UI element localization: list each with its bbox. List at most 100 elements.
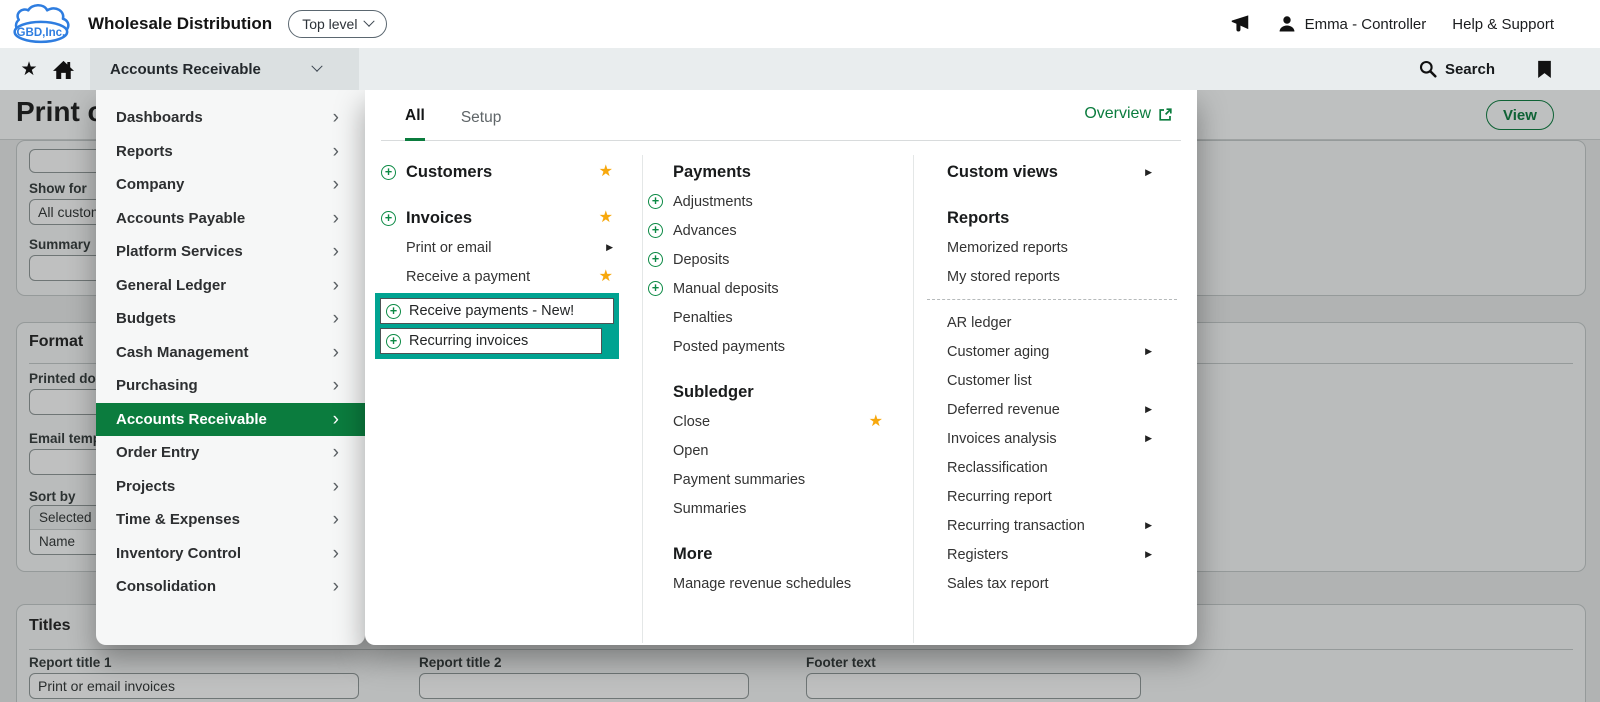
favorite-star-icon: ★ (868, 412, 883, 430)
menu-item-invoices-analysis[interactable]: Invoices analysis ▶ (947, 424, 1170, 453)
sidebar-item-accounts-payable[interactable]: Accounts Payable › (96, 202, 365, 236)
add-icon: + (648, 252, 663, 267)
help-support-link[interactable]: Help & Support (1452, 16, 1554, 33)
menu-item-label: Reports (947, 208, 1010, 227)
sidebar-item-consolidation[interactable]: Consolidation › (96, 570, 365, 604)
menu-item-recurring-transaction[interactable]: Recurring transaction ▶ (947, 511, 1170, 540)
home-icon[interactable] (46, 59, 80, 80)
sidebar-item-label: Dashboards (116, 109, 203, 127)
menu-item-label: Customer aging (947, 343, 1050, 360)
menu-item-label: Summaries (673, 500, 747, 517)
chevron-right-icon: › (332, 341, 339, 363)
chevron-right-icon: › (332, 107, 339, 129)
menu-item-registers[interactable]: Registers ▶ (947, 540, 1170, 569)
overview-link[interactable]: Overview (1084, 105, 1173, 123)
menu-item-ar-ledger[interactable]: AR ledger (947, 308, 1170, 337)
sidebar-item-label: Purchasing (116, 377, 198, 395)
menu-item-manage-revenue-schedules[interactable]: Manage revenue schedules (648, 569, 883, 598)
sidebar-item-time-expenses[interactable]: Time & Expenses › (96, 503, 365, 537)
company-logo[interactable]: GBD,Inc. (8, 3, 78, 45)
menu-item-summaries[interactable]: Summaries (648, 494, 883, 523)
chevron-right-icon: › (332, 542, 339, 564)
sidebar-item-dashboards[interactable]: Dashboards › (96, 101, 365, 135)
bookmark-icon[interactable] (1537, 60, 1552, 79)
menu-item-label: Advances (673, 222, 737, 239)
user-icon (1277, 14, 1297, 34)
menu-item-label: Posted payments (673, 338, 786, 355)
user-name: Emma - Controller (1304, 15, 1427, 33)
menu-item-advances[interactable]: + Advances (648, 216, 883, 245)
menu-item-custom-views[interactable]: Custom views ▶ (947, 157, 1170, 187)
user-menu[interactable]: Emma - Controller (1277, 14, 1427, 34)
menu-item-customers[interactable]: + Customers ★ (381, 157, 613, 187)
menu-item-my-stored-reports[interactable]: My stored reports (947, 262, 1170, 291)
sidebar-item-projects[interactable]: Projects › (96, 470, 365, 504)
menu-item-label: Subledger (673, 382, 754, 401)
sidebar-item-order-entry[interactable]: Order Entry › (96, 436, 365, 470)
menu-item-print-or-email[interactable]: Print or email ▶ (381, 233, 613, 262)
submenu-arrow-icon: ▶ (1145, 433, 1152, 443)
menu-item-sales-tax-report[interactable]: Sales tax report (947, 569, 1170, 598)
menu-item-label: Customers (406, 162, 493, 181)
menu-item-reports[interactable]: Reports (947, 203, 1170, 233)
tab-setup[interactable]: Setup (461, 109, 502, 140)
menu-tab-bar: All Setup (381, 90, 1181, 141)
sidebar-item-reports[interactable]: Reports › (96, 135, 365, 169)
chevron-right-icon: › (332, 408, 339, 430)
submenu-arrow-icon: ▶ (1145, 520, 1152, 530)
chevron-right-icon: › (332, 274, 339, 296)
chevron-right-icon: › (332, 241, 339, 263)
menu-item-receive-payments-new[interactable]: + Receive payments - New! (380, 298, 614, 324)
menu-item-memorized-reports[interactable]: Memorized reports (947, 233, 1170, 262)
tab-all[interactable]: All (405, 107, 425, 141)
menu-item-invoices[interactable]: + Invoices ★ (381, 203, 613, 233)
entity-selector[interactable]: Top level (288, 10, 388, 38)
menu-item-deposits[interactable]: + Deposits (648, 245, 883, 274)
menu-item-recurring-report[interactable]: Recurring report (947, 482, 1170, 511)
search-label: Search (1444, 60, 1495, 78)
sidebar-item-purchasing[interactable]: Purchasing › (96, 369, 365, 403)
menu-item-manual-deposits[interactable]: + Manual deposits (648, 274, 883, 303)
sidebar-item-label: Projects (116, 477, 176, 495)
menu-item-label: Deferred revenue (947, 401, 1060, 418)
menu-item-label: Recurring transaction (947, 517, 1085, 534)
sidebar-item-accounts-receivable[interactable]: Accounts Receivable › (96, 402, 365, 436)
menu-item-payment-summaries[interactable]: Payment summaries (648, 465, 883, 494)
sidebar-item-label: Reports (116, 142, 173, 160)
chevron-right-icon: › (332, 207, 339, 229)
search-button[interactable]: Search (1419, 60, 1495, 78)
sidebar-item-platform-services[interactable]: Platform Services › (96, 235, 365, 269)
module-selector[interactable]: Accounts Receivable (90, 48, 359, 90)
sidebar-item-general-ledger[interactable]: General Ledger › (96, 269, 365, 303)
sidebar-item-cash-management[interactable]: Cash Management › (96, 336, 365, 370)
menu-item-label: Payments (673, 162, 751, 181)
menu-item-posted-payments[interactable]: Posted payments (648, 332, 883, 361)
menu-item-payments[interactable]: Payments (648, 157, 883, 187)
menu-item-reclassification[interactable]: Reclassification (947, 453, 1170, 482)
menu-item-label: Penalties (673, 309, 733, 326)
menu-item-subledger[interactable]: Subledger (648, 377, 883, 407)
sidebar-item-company[interactable]: Company › (96, 168, 365, 202)
menu-item-adjustments[interactable]: + Adjustments (648, 187, 883, 216)
menu-item-deferred-revenue[interactable]: Deferred revenue ▶ (947, 395, 1170, 424)
favorite-star-icon: ★ (598, 267, 613, 285)
menu-item-close[interactable]: Close ★ (648, 407, 883, 436)
highlight-annotation: + Receive payments - New! + Recurring invoi… (375, 293, 619, 359)
add-icon: + (381, 210, 396, 226)
sidebar-item-label: General Ledger (116, 276, 227, 294)
menu-item-penalties[interactable]: Penalties (648, 303, 883, 332)
sidebar-item-inventory-control[interactable]: Inventory Control › (96, 537, 365, 571)
menu-item-recurring-invoices[interactable]: + Recurring invoices (380, 328, 602, 354)
menu-item-label: Invoices (406, 208, 473, 227)
menu-item-label: Open (673, 442, 709, 459)
menu-item-customer-list[interactable]: Customer list (947, 366, 1170, 395)
menu-item-customer-aging[interactable]: Customer aging ▶ (947, 337, 1170, 366)
sidebar-item-budgets[interactable]: Budgets › (96, 302, 365, 336)
announcements-icon[interactable] (1229, 14, 1251, 35)
menu-item-more[interactable]: More (648, 539, 883, 569)
menu-item-label: Manual deposits (673, 280, 779, 297)
menu-item-receive-a-payment[interactable]: Receive a payment ★ (381, 262, 613, 291)
column-divider (642, 155, 643, 643)
favorites-star-icon[interactable]: ★ (12, 58, 46, 81)
menu-item-open[interactable]: Open (648, 436, 883, 465)
